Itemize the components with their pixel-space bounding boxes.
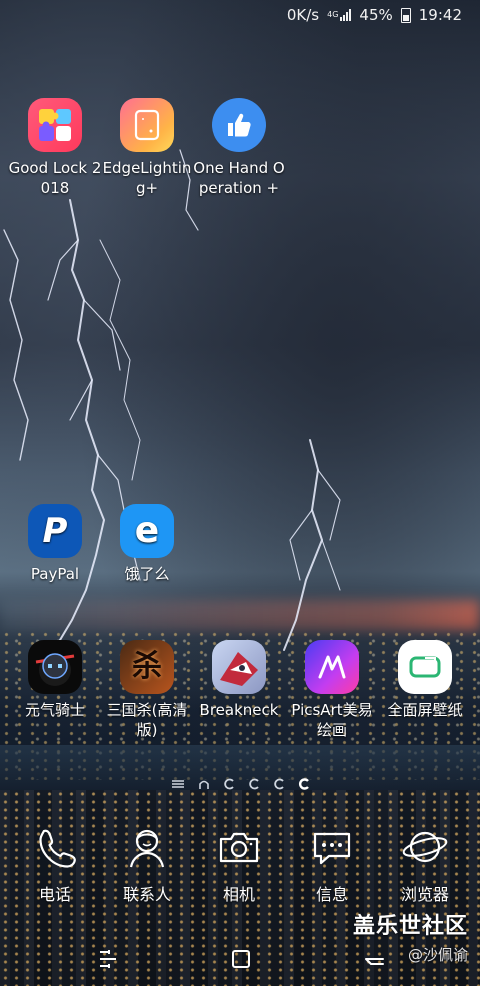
breakneck-icon: [212, 640, 266, 694]
good-lock-icon: [28, 98, 82, 152]
watermark-title: 盖乐世社区: [352, 914, 468, 939]
page-dot[interactable]: [273, 775, 285, 794]
eleme-icon: e: [120, 504, 174, 558]
contacts-icon: [129, 829, 165, 868]
back-arrow-icon: [365, 958, 384, 965]
browser-icon: [402, 831, 448, 863]
app-picsart[interactable]: PicsArt美易绘画: [284, 640, 380, 740]
soul-knight-icon: [28, 640, 82, 694]
battery-percent: 45%: [359, 6, 393, 24]
app-sanguosha[interactable]: 杀 三国杀(高清版): [99, 640, 195, 740]
app-edge-lighting[interactable]: EdgeLighting+: [99, 98, 195, 198]
app-breakneck[interactable]: Breakneck: [191, 640, 287, 720]
app-soul-knight[interactable]: 元气骑士: [7, 640, 103, 720]
app-label: PayPal: [30, 565, 80, 583]
dock-label: 信息: [315, 885, 348, 904]
app-paypal[interactable]: P PayPal: [7, 504, 103, 584]
phone-icon: [39, 829, 76, 868]
status-bar: 0K/s 4G 45% 19:42: [0, 0, 480, 30]
app-fullscreen-wallpaper[interactable]: 全面屏壁纸: [377, 640, 473, 720]
battery-icon: [400, 7, 411, 23]
paypal-icon: P: [28, 504, 82, 558]
page-dot-current[interactable]: [298, 775, 310, 794]
app-label: 饿了么: [124, 565, 170, 583]
page-indicator-home-icon[interactable]: [198, 775, 210, 794]
dock-browser[interactable]: 浏览器: [377, 825, 473, 905]
app-eleme[interactable]: e 饿了么: [99, 504, 195, 584]
clock: 19:42: [418, 6, 462, 24]
thumbs-up-icon: [212, 98, 266, 152]
home-square-icon: [232, 950, 250, 968]
back-button[interactable]: [360, 946, 390, 972]
app-label: 全面屏壁纸: [387, 701, 463, 719]
app-label: 三国杀(高清版): [106, 701, 188, 739]
app-label: PicsArt美易绘画: [291, 701, 373, 739]
page-indicator-lines-icon[interactable]: [171, 775, 185, 794]
app-label: One Hand Operation +: [193, 159, 285, 197]
recent-apps-button[interactable]: [93, 946, 123, 972]
signal-icon: 4G: [327, 9, 352, 21]
recent-apps-icon: [100, 950, 116, 968]
app-label: Good Lock 2018: [8, 159, 102, 197]
sanguosha-icon: 杀: [120, 640, 174, 694]
net-speed: 0K/s: [286, 6, 320, 24]
dock-contacts[interactable]: 联系人: [99, 825, 195, 905]
dock-messages[interactable]: 信息: [284, 825, 380, 905]
app-label: EdgeLighting+: [102, 159, 192, 197]
camera-icon: [219, 832, 259, 863]
network-type: 4G: [327, 10, 339, 19]
dock-phone[interactable]: 电话: [7, 825, 103, 905]
app-one-hand-operation[interactable]: One Hand Operation +: [191, 98, 287, 198]
page-dot[interactable]: [248, 775, 260, 794]
app-label: Breakneck: [199, 701, 279, 719]
dock-label: 浏览器: [400, 885, 449, 904]
page-dot[interactable]: [223, 775, 235, 794]
picsart-icon: [305, 640, 359, 694]
dock-label: 电话: [38, 885, 71, 904]
fullscreen-wallpaper-icon: [398, 640, 452, 694]
dock-label: 相机: [222, 885, 255, 904]
app-good-lock[interactable]: Good Lock 2018: [7, 98, 103, 198]
dock-label: 联系人: [122, 885, 171, 904]
page-indicator[interactable]: [0, 776, 480, 792]
home-button[interactable]: [226, 946, 256, 972]
navigation-bar: [0, 940, 480, 986]
messages-icon: [313, 832, 351, 865]
edge-lighting-icon: [120, 98, 174, 152]
app-label: 元气骑士: [24, 701, 85, 719]
dock-camera[interactable]: 相机: [191, 825, 287, 905]
